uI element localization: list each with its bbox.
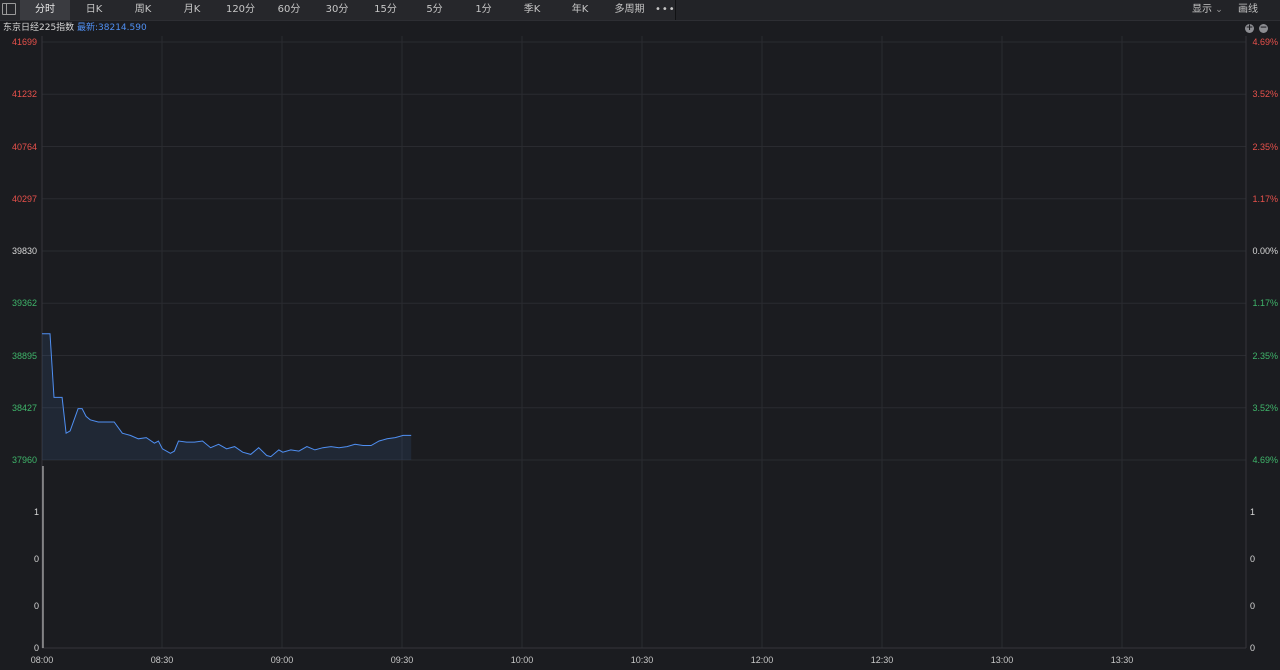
volume-tick-label: 1 xyxy=(34,507,40,517)
period-tab-9[interactable]: 1分 xyxy=(459,0,509,20)
period-tab-8[interactable]: 5分 xyxy=(410,0,460,20)
sidebar-toggle-button[interactable] xyxy=(0,0,21,20)
time-tick-label: 10:30 xyxy=(630,655,654,665)
percent-tick-label: 1.17% xyxy=(1252,298,1278,309)
price-area xyxy=(42,333,412,460)
instrument-name: 东京日经225指数 xyxy=(3,23,75,33)
chart-grid xyxy=(41,36,1247,649)
price-tick-label: 39830 xyxy=(12,246,38,256)
time-tick-label: 13:00 xyxy=(990,655,1014,665)
time-tick-label: 12:30 xyxy=(870,655,894,665)
percent-tick-label: 4.69% xyxy=(1252,455,1278,465)
volume-tick-label: 0 xyxy=(34,554,40,564)
price-tick-label: 39362 xyxy=(12,298,38,309)
price-tick-label: 38895 xyxy=(12,350,38,361)
time-tick-label: 08:30 xyxy=(150,655,174,665)
percent-tick-label: 3.52% xyxy=(1252,402,1278,413)
period-toolbar: 分时 日K 周K 月K 120分 60分 30分 15分 5分 1分 季K 年K 多周期 ••• 显示 … xyxy=(0,0,1280,21)
percent-tick-label: 1.17% xyxy=(1252,193,1278,204)
period-tab-3[interactable]: 月K xyxy=(168,0,217,20)
draw-line-button[interactable]: 画线 xyxy=(1238,0,1258,20)
chart-canvas[interactable] xyxy=(0,0,1280,670)
percent-tick-label: 4.69% xyxy=(1252,37,1278,47)
time-tick-label: 09:00 xyxy=(270,655,294,665)
price-tick-label: 41699 xyxy=(12,37,38,47)
price-tick-label: 38427 xyxy=(12,402,38,413)
period-tab-10[interactable]: 季K xyxy=(508,0,557,20)
volume-right-tick-label: 0 xyxy=(1250,601,1256,611)
volume-right-tick-label: 0 xyxy=(1250,643,1256,653)
time-tick-label: 13:30 xyxy=(1110,655,1134,665)
period-tab-12[interactable]: 多周期 xyxy=(604,0,656,20)
period-tab-2[interactable]: 周K xyxy=(118,0,169,20)
quote-info-bar: 东京日经225指数 最新:38214.590 xyxy=(0,20,1280,36)
period-tab-5[interactable]: 60分 xyxy=(265,0,314,20)
volume-tick-label: 0 xyxy=(34,643,40,653)
volume-right-tick-label: 0 xyxy=(1250,554,1256,564)
volume-tick-label: 0 xyxy=(34,601,40,611)
time-tick-label: 12:00 xyxy=(750,655,774,665)
sidebar-toggle-icon xyxy=(2,3,16,15)
latest-price: 最新:38214.590 xyxy=(77,23,147,33)
display-menu-button[interactable]: 显示 ⌄ xyxy=(1192,0,1223,20)
percent-tick-label: 3.52% xyxy=(1252,89,1278,100)
period-tab-4[interactable]: 120分 xyxy=(216,0,266,20)
period-tab-11[interactable]: 年K xyxy=(556,0,605,20)
display-label: 显示 xyxy=(1192,4,1212,15)
price-tick-label: 40297 xyxy=(12,193,38,204)
period-tab-7[interactable]: 15分 xyxy=(361,0,411,20)
period-tab-6[interactable]: 30分 xyxy=(313,0,362,20)
price-tick-label: 41232 xyxy=(12,89,38,100)
price-tick-label: 40764 xyxy=(12,141,38,152)
volume-right-tick-label: 1 xyxy=(1250,507,1256,517)
time-tick-label: 08:00 xyxy=(30,655,54,665)
price-tick-label: 37960 xyxy=(12,455,38,465)
time-tick-label: 10:00 xyxy=(510,655,534,665)
period-tab-0[interactable]: 分时 xyxy=(20,0,71,20)
percent-tick-label: 0.00% xyxy=(1252,246,1278,256)
percent-tick-label: 2.35% xyxy=(1252,350,1278,361)
chart-marks xyxy=(42,333,412,460)
period-tab-1[interactable]: 日K xyxy=(70,0,119,20)
zoom-in-icon[interactable]: + xyxy=(1245,24,1254,33)
more-periods-button[interactable]: ••• xyxy=(655,0,676,20)
zoom-out-icon[interactable]: − xyxy=(1259,24,1268,33)
chevron-down-icon: ⌄ xyxy=(1215,5,1223,15)
percent-tick-label: 2.35% xyxy=(1252,141,1278,152)
time-tick-label: 09:30 xyxy=(390,655,414,665)
